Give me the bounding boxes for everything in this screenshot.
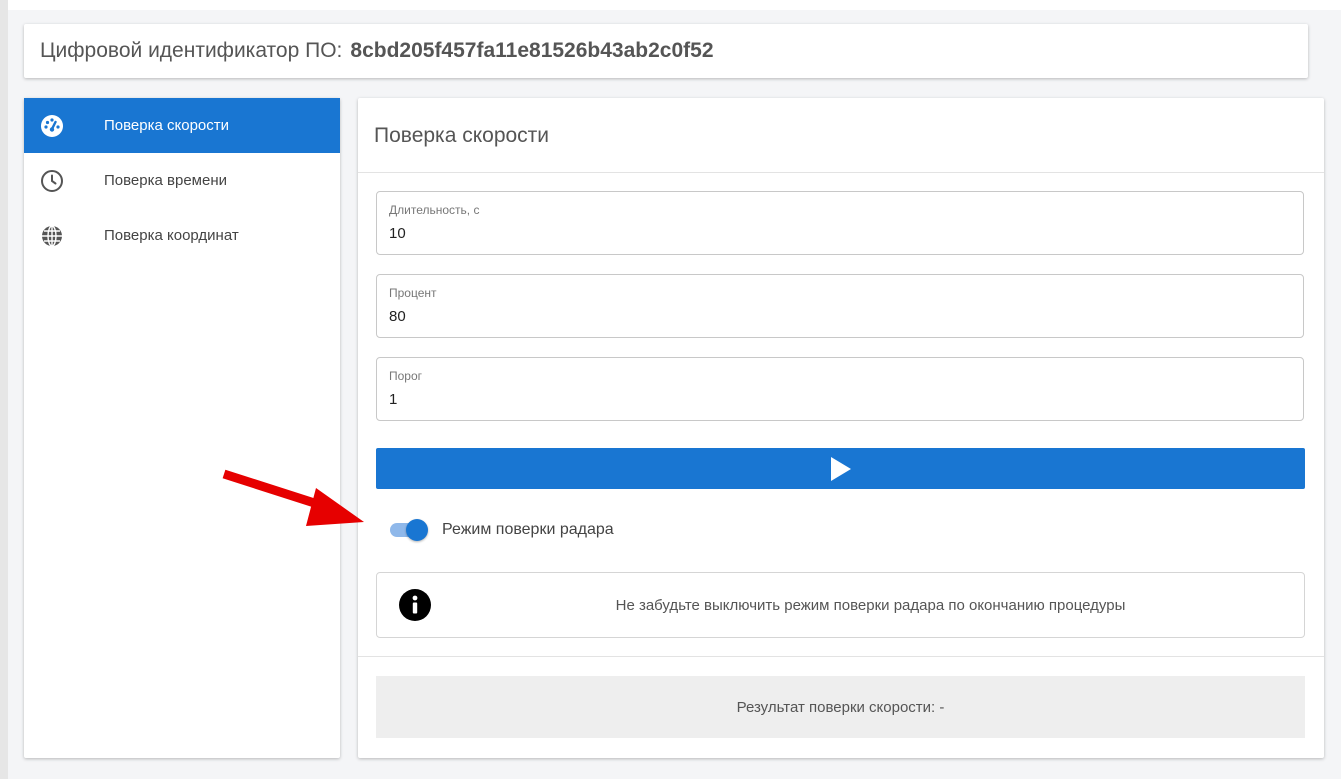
info-notice: Не забудьте выключить режим поверки рада… [376,572,1305,638]
percent-input[interactable] [389,308,1269,325]
percent-field[interactable]: Процент [376,274,1304,338]
sidebar-item-label: Поверка координат [104,227,239,244]
result-divider [358,656,1324,657]
info-icon [399,589,431,621]
speed-check-panel: Поверка скорости Длительность, с Процент… [358,98,1324,758]
threshold-input[interactable] [389,391,1269,408]
duration-input[interactable] [389,225,1269,242]
speedometer-icon [40,114,64,138]
result-bar: Результат поверки скорости: - [376,676,1305,738]
title-divider [358,172,1324,173]
play-icon [830,456,851,481]
threshold-field[interactable]: Порог [376,357,1304,421]
sidebar-item-speed-check[interactable]: Поверка скорости [24,98,340,153]
radar-mode-label: Режим поверки радара [442,521,614,538]
duration-field-label: Длительность, с [389,203,480,217]
threshold-field-label: Порог [389,369,423,383]
software-id-hash: 8cbd205f457fa11e81526b43ab2c0f52 [350,39,714,62]
duration-field[interactable]: Длительность, с [376,191,1304,255]
percent-field-label: Процент [389,286,437,300]
sidebar-item-label: Поверка времени [104,172,227,189]
sidebar: Поверка скорости Поверка времени Поверка… [24,98,340,758]
start-button[interactable] [376,448,1305,489]
window-left-edge [0,0,8,779]
radar-mode-row: Режим поверки радара [388,518,614,542]
sidebar-item-coordinates-check[interactable]: Поверка координат [24,208,340,263]
software-id-header: Цифровой идентификатор ПО: 8cbd205f457fa… [24,24,1308,78]
sidebar-item-time-check[interactable]: Поверка времени [24,153,340,208]
toggle-knob [406,519,428,541]
panel-title: Поверка скорости [374,124,550,147]
info-text: Не забудьте выключить режим поверки рада… [615,596,1126,614]
globe-icon [40,224,64,248]
window-top-edge [8,0,1341,10]
sidebar-item-label: Поверка скорости [104,117,230,134]
radar-mode-toggle[interactable] [388,518,430,542]
software-id-label: Цифровой идентификатор ПО: [40,39,343,62]
annotation-arrow-icon [222,469,364,526]
clock-icon [40,169,64,193]
